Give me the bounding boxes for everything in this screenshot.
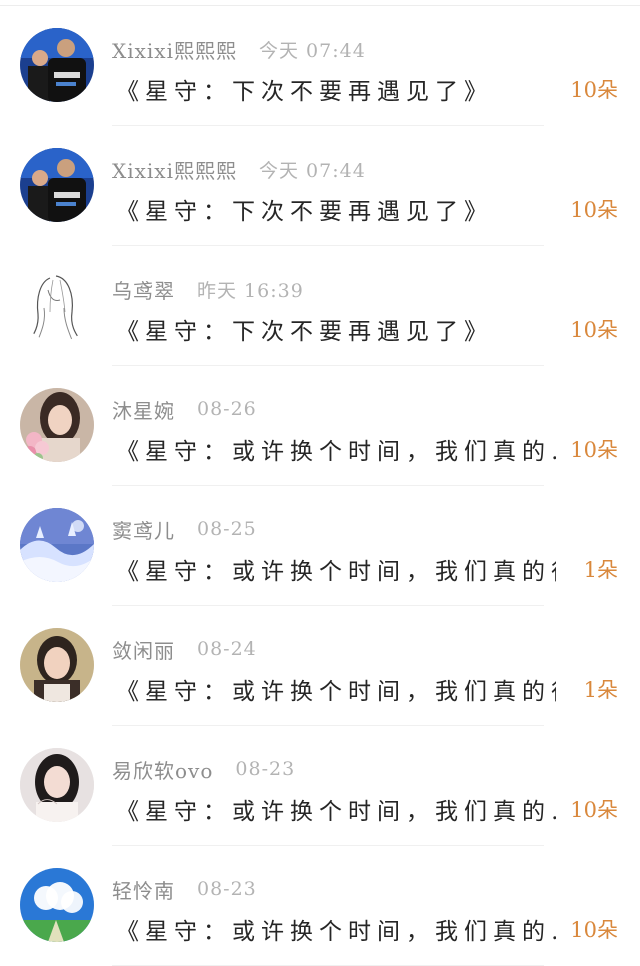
comment-header: 轻怜南 08-23	[112, 875, 257, 904]
timestamp: 08-24	[197, 638, 257, 660]
comment-row[interactable]: Xixixi熙熙熙 今天 07:44 《星守：下次不要再遇见了》 10朵	[0, 6, 640, 126]
comment-text: 《星守：或许换个时间，我们真的…	[116, 439, 556, 465]
flower-count: 1朵	[583, 678, 618, 702]
username[interactable]: 乌鸢翠	[112, 275, 175, 304]
comment-text: 《星守：下次不要再遇见了》	[116, 79, 493, 105]
username[interactable]: 轻怜南	[112, 875, 175, 904]
comment-header: Xixixi熙熙熙 今天 07:44	[112, 155, 366, 184]
comment-list: Xixixi熙熙熙 今天 07:44 《星守：下次不要再遇见了》 10朵 Xix…	[0, 6, 640, 966]
comment-row[interactable]: 窦鸢儿 08-25 《星守：或许换个时间，我们真的很… 1朵	[0, 486, 640, 606]
badminton-player-avatar[interactable]	[20, 148, 94, 222]
comment-header: 易欣软ovo 08-23	[112, 755, 296, 784]
girl-portrait-avatar[interactable]	[20, 628, 94, 702]
flower-count: 10朵	[570, 198, 618, 222]
sketch-girl-avatar[interactable]	[20, 268, 94, 342]
badminton-player-avatar[interactable]	[20, 28, 94, 102]
comment-row[interactable]: 易欣软ovo 08-23 《星守：或许换个时间，我们真的… 10朵	[0, 726, 640, 846]
comment-row[interactable]: 沐星婉 08-26 《星守：或许换个时间，我们真的… 10朵	[0, 366, 640, 486]
timestamp: 今天 07:44	[259, 159, 366, 182]
flower-count: 10朵	[570, 438, 618, 462]
comment-header: 乌鸢翠 昨天 16:39	[112, 275, 304, 304]
timestamp: 昨天 16:39	[197, 279, 304, 302]
username[interactable]: 沐星婉	[112, 395, 175, 424]
comment-text: 《星守：下次不要再遇见了》	[116, 199, 493, 225]
timestamp: 08-25	[197, 518, 257, 540]
comment-text: 《星守：下次不要再遇见了》	[116, 319, 493, 345]
girl-with-flowers-avatar[interactable]	[20, 388, 94, 462]
username[interactable]: 窦鸢儿	[112, 515, 175, 544]
comment-row[interactable]: Xixixi熙熙熙 今天 07:44 《星守：下次不要再遇见了》 10朵	[0, 126, 640, 246]
timestamp: 08-23	[197, 878, 257, 900]
comment-row[interactable]: 敛闲丽 08-24 《星守：或许换个时间，我们真的很… 1朵	[0, 606, 640, 726]
flower-count: 10朵	[570, 918, 618, 942]
dark-hair-girl-avatar[interactable]	[20, 748, 94, 822]
comment-text: 《星守：或许换个时间，我们真的…	[116, 919, 556, 945]
comment-header: 沐星婉 08-26	[112, 395, 257, 424]
flower-count: 10朵	[570, 78, 618, 102]
blue-sky-landscape-avatar[interactable]	[20, 868, 94, 942]
comment-header: 窦鸢儿 08-25	[112, 515, 257, 544]
comment-row[interactable]: 轻怜南 08-23 《星守：或许换个时间，我们真的… 10朵	[0, 846, 640, 966]
username[interactable]: 易欣软ovo	[112, 755, 213, 784]
comment-text: 《星守：或许换个时间，我们真的很…	[116, 679, 556, 705]
flower-count: 10朵	[570, 798, 618, 822]
comment-text: 《星守：或许换个时间，我们真的…	[116, 799, 556, 825]
comment-header: Xixixi熙熙熙 今天 07:44	[112, 35, 366, 64]
username[interactable]: 敛闲丽	[112, 635, 175, 664]
username[interactable]: Xixixi熙熙熙	[112, 155, 237, 184]
flower-count: 10朵	[570, 318, 618, 342]
comment-header: 敛闲丽 08-24	[112, 635, 257, 664]
comment-row[interactable]: 乌鸢翠 昨天 16:39 《星守：下次不要再遇见了》 10朵	[0, 246, 640, 366]
timestamp: 08-23	[235, 758, 296, 780]
snowy-trees-avatar[interactable]	[20, 508, 94, 582]
flower-count: 1朵	[583, 558, 618, 582]
username[interactable]: Xixixi熙熙熙	[112, 35, 237, 64]
timestamp: 今天 07:44	[259, 39, 366, 62]
comment-text: 《星守：或许换个时间，我们真的很…	[116, 559, 556, 585]
timestamp: 08-26	[197, 398, 257, 420]
